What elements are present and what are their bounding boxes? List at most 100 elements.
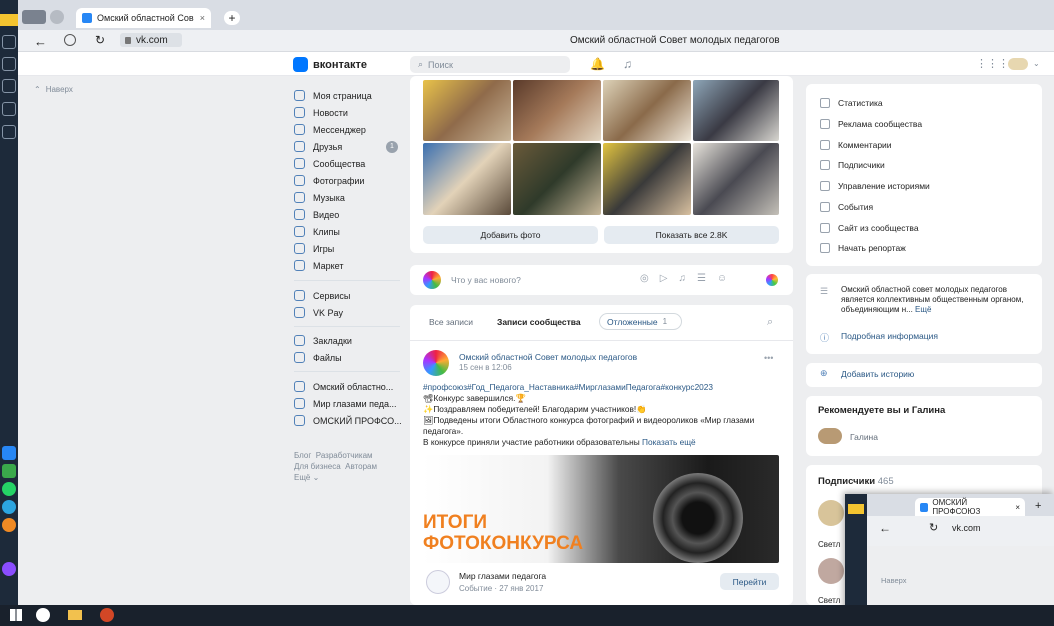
footer-authors[interactable]: Авторам	[345, 462, 377, 471]
sidebar-history-icon[interactable]	[2, 35, 16, 49]
footer-blog[interactable]: Блог	[294, 451, 311, 460]
menu-stories[interactable]: Управление историями	[820, 181, 930, 191]
album-photo[interactable]	[423, 80, 511, 141]
windows-start-icon[interactable]	[10, 609, 22, 621]
nav-news[interactable]: Новости	[294, 107, 348, 118]
add-photo-button[interactable]: Добавить фото	[423, 226, 598, 244]
url-field[interactable]: vk.com	[120, 33, 182, 47]
apps-grid-icon[interactable]: ⋮⋮⋮	[976, 57, 1009, 70]
video-icon[interactable]: ▷	[660, 273, 668, 284]
post-date[interactable]: 15 сен в 12:06	[459, 363, 512, 372]
show-more-link[interactable]: Показать ещё	[642, 437, 696, 447]
camera-icon[interactable]: ◎	[640, 273, 649, 284]
new-tab-icon[interactable]: +	[224, 11, 240, 25]
nav-bookmarks[interactable]: Закладки	[294, 335, 352, 346]
close-tab-icon[interactable]: ×	[200, 13, 205, 23]
back-arrow-icon[interactable]: ←	[879, 521, 891, 535]
explorer-taskbar-icon[interactable]	[68, 610, 82, 620]
nav-vkpay[interactable]: VK Pay	[294, 307, 343, 318]
menu-live[interactable]: Начать репортаж	[820, 243, 906, 253]
friend-name[interactable]: Галина	[850, 432, 878, 442]
nav-services[interactable]: Сервисы	[294, 290, 350, 301]
second-url[interactable]: vk.com	[952, 523, 981, 533]
sidebar-whatsapp-icon[interactable]	[2, 482, 16, 496]
sidebar-vk-icon[interactable]	[2, 446, 16, 460]
nav-photos[interactable]: Фотографии	[294, 175, 364, 186]
show-all-photos-button[interactable]: Показать все 2.8K	[604, 226, 779, 244]
menu-comments[interactable]: Комментарии	[820, 140, 892, 150]
album-photo[interactable]	[513, 143, 601, 215]
powerpoint-taskbar-icon[interactable]	[100, 608, 114, 622]
nav-communities[interactable]: Сообщества	[294, 158, 365, 169]
subscriber-name[interactable]: Светл	[818, 540, 840, 549]
sidebar-telegram-icon[interactable]	[2, 500, 16, 514]
reload-icon[interactable]: ↻	[95, 33, 105, 47]
nav-video[interactable]: Видео	[294, 209, 339, 220]
album-photo[interactable]	[693, 80, 779, 141]
nav-games[interactable]: Игры	[294, 243, 334, 254]
nav-files[interactable]: Файлы	[294, 352, 342, 363]
yandex-browser-taskbar-icon[interactable]	[36, 608, 50, 622]
event-go-button[interactable]: Перейти	[720, 573, 779, 590]
menu-ads[interactable]: Реклама сообщества	[820, 119, 922, 129]
event-title[interactable]: Мир глазами педагога	[459, 571, 546, 581]
nav-group-1[interactable]: Омский областно...	[294, 381, 393, 392]
tab-list-icon[interactable]	[22, 10, 46, 24]
details-link[interactable]: Подробная информация	[841, 331, 938, 341]
emoji-icon[interactable]: ☺	[717, 273, 727, 284]
music-icon[interactable]: ♫	[623, 57, 632, 71]
vk-logo[interactable]: вконтакте	[293, 57, 367, 72]
avatar[interactable]	[1008, 58, 1028, 70]
sidebar-alice-icon[interactable]	[2, 562, 16, 576]
sidebar-ok-icon[interactable]	[2, 518, 16, 532]
second-tab[interactable]: ОМСКИЙ ПРОФСОЮЗ ×	[915, 498, 1025, 516]
footer-developers[interactable]: Разработчикам	[316, 451, 373, 460]
post-hashtags[interactable]: #профсоюз#Год_Педагога_Наставника#Миргла…	[423, 382, 781, 393]
menu-statistics[interactable]: Статистика	[820, 98, 883, 108]
nav-friends[interactable]: Друзья 1	[294, 140, 398, 153]
album-photo[interactable]	[423, 143, 511, 215]
new-tab-icon[interactable]: +	[1035, 500, 1041, 512]
nav-group-2[interactable]: Мир глазами педа...	[294, 398, 397, 409]
notifications-icon[interactable]: 🔔	[590, 57, 605, 71]
nav-group-3[interactable]: ОМСКИЙ ПРОФСО...	[294, 415, 402, 426]
add-story-link[interactable]: Добавить историю	[841, 369, 914, 379]
menu-events[interactable]: События	[820, 202, 873, 212]
close-tab-icon[interactable]: ×	[1015, 503, 1020, 512]
sidebar-downloads-icon[interactable]	[2, 102, 16, 116]
composer-input[interactable]: Что у вас нового?	[451, 275, 521, 285]
tab-community-posts[interactable]: Записи сообщества	[497, 317, 581, 327]
subscriber-name[interactable]: Светл	[818, 596, 840, 605]
menu-site[interactable]: Сайт из сообщества	[820, 223, 919, 233]
post-image[interactable]: ИТОГИ ФОТОКОНКУРСА	[423, 455, 779, 563]
yandex-icon[interactable]	[64, 34, 76, 46]
back-arrow-icon[interactable]: ←	[34, 34, 47, 49]
nav-music[interactable]: Музыка	[294, 192, 345, 203]
menu-subscribers[interactable]: Подписчики	[820, 160, 885, 170]
subscriber-avatar[interactable]	[818, 558, 844, 584]
tab-deferred[interactable]: Отложенные 1	[599, 313, 682, 330]
vk-ai-icon[interactable]	[766, 274, 778, 286]
music-icon[interactable]: ♫	[678, 273, 686, 284]
scroll-to-top[interactable]: ⌃ Наверх	[34, 85, 73, 94]
second-scroll-top[interactable]: Наверх	[881, 576, 907, 585]
album-photo[interactable]	[693, 143, 779, 215]
search-input[interactable]: ⌕ Поиск	[410, 56, 570, 73]
tab-all-posts[interactable]: Все записи	[429, 317, 473, 327]
more-icon[interactable]: •••	[764, 353, 773, 363]
reload-icon[interactable]: ↻	[929, 521, 938, 534]
post-author-avatar[interactable]	[423, 350, 449, 376]
search-icon[interactable]: ⌕	[767, 316, 773, 329]
sidebar-notes-icon[interactable]	[2, 125, 16, 139]
friend-avatar[interactable]	[818, 428, 842, 444]
event-avatar[interactable]	[426, 570, 450, 594]
nav-messenger[interactable]: Мессенджер	[294, 124, 366, 135]
nav-market[interactable]: Маркет	[294, 260, 343, 271]
about-more-link[interactable]: Ещё	[915, 305, 931, 314]
post-author[interactable]: Омский областной Совет молодых педагогов	[459, 352, 637, 362]
sidebar-market-icon[interactable]	[2, 464, 16, 478]
footer-more[interactable]: Ещё	[294, 473, 310, 482]
chevron-down-icon[interactable]: ⌄	[1033, 59, 1040, 68]
browser-tab-active[interactable]: Омский областной Сов ×	[76, 8, 211, 28]
list-icon[interactable]: ☰	[697, 273, 706, 284]
